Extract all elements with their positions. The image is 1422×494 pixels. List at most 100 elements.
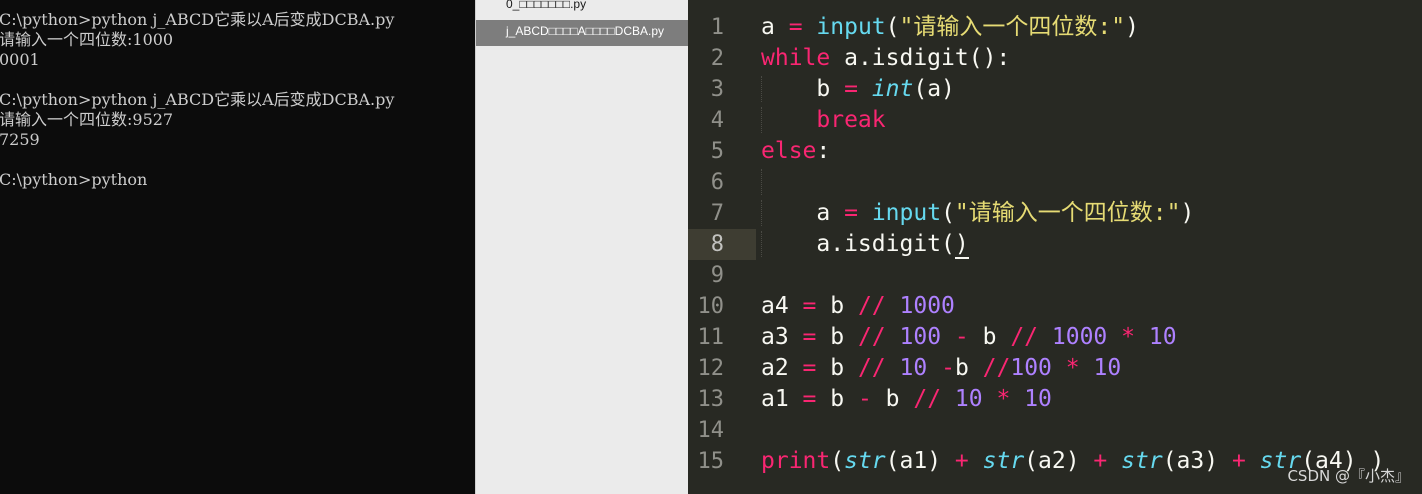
code-line[interactable]: a = input("请输入一个四位数:") [761, 198, 1422, 229]
code-line[interactable]: a1 = b - b // 10 * 10 [761, 384, 1422, 415]
code-token: = [802, 324, 817, 350]
code-token: : [816, 138, 831, 164]
line-number: 11 [697, 325, 725, 350]
code-token: ) [1180, 200, 1195, 226]
indent-guide [761, 76, 762, 102]
indent-guide [761, 200, 762, 226]
code-token: a [761, 14, 789, 40]
code-token: 100 [1010, 355, 1052, 381]
code-token: ( [830, 448, 845, 474]
line-number: 8 [710, 232, 724, 257]
indent-guide [761, 107, 762, 133]
code-token: 1000 [1051, 324, 1108, 350]
code-token: (a) [913, 76, 955, 102]
code-token: a2 [761, 355, 803, 381]
indent-guide [761, 169, 762, 195]
code-token: // [982, 355, 1011, 381]
code-token: a.isdigit( [761, 231, 955, 257]
line-number: 15 [697, 449, 725, 474]
indent-guide [761, 231, 762, 257]
code-token: b [968, 324, 1011, 350]
code-line[interactable]: break [761, 105, 1422, 136]
terminal-line: C:\python>python [0, 170, 148, 189]
code-token [761, 169, 816, 195]
code-token: + [1093, 448, 1108, 474]
code-token: b [761, 76, 845, 102]
terminal-line: 请输入一个四位数:1000 [0, 30, 174, 49]
code-token: = [788, 14, 803, 40]
code-token: // [857, 293, 886, 319]
code-line[interactable]: b = int(a) [761, 74, 1422, 105]
code-token: (a3) [1162, 448, 1232, 474]
code-line[interactable]: a3 = b // 100 - b // 1000 * 10 [761, 322, 1422, 353]
code-token: * [996, 386, 1011, 412]
code-token: 10 [1093, 355, 1122, 381]
code-token: int [871, 76, 914, 102]
line-number: 9 [710, 263, 724, 288]
terminal-line: 请输入一个四位数:9527 [0, 110, 174, 129]
line-number: 14 [697, 418, 725, 443]
terminal-line: 0001 [0, 50, 40, 69]
code-editor[interactable]: 1 2 3 4 5 6 7 8 9 10 11 12 13 14 15 a = input("请输入一个四位… [688, 0, 1422, 494]
code-line[interactable]: while a.isdigit(): [761, 43, 1422, 74]
code-token: ( [885, 14, 900, 40]
code-token: 1000 [899, 293, 955, 319]
code-token: 10 [954, 386, 983, 412]
code-token: // [913, 386, 942, 412]
file-item[interactable]: j_ABCD□□□□A□□□□DCBA.py [476, 20, 688, 46]
code-token: input [816, 14, 886, 40]
code-token: str [844, 448, 886, 474]
code-token: * [1065, 355, 1080, 381]
code-token: a4 [761, 293, 803, 319]
code-token: 100 [899, 324, 942, 350]
file-item[interactable]: 0_□□□□□□□.py [476, 0, 688, 19]
code-token: = [802, 386, 817, 412]
code-line[interactable]: a.isdigit() [761, 229, 1422, 260]
code-area[interactable]: a = input("请输入一个四位数:") while a.isdigit():… [761, 12, 1422, 477]
code-token: while [761, 45, 831, 71]
code-token: = [802, 355, 817, 381]
code-line[interactable]: a4 = b // 1000 [761, 291, 1422, 322]
code-line[interactable]: a2 = b // 10 -b //100 * 10 [761, 353, 1422, 384]
line-number: 7 [710, 201, 724, 226]
code-token: b [816, 324, 858, 350]
code-line[interactable]: else: [761, 136, 1422, 167]
code-token: = [802, 293, 817, 319]
line-number: 3 [710, 77, 724, 102]
code-token: else [761, 138, 817, 164]
code-token: + [1231, 448, 1246, 474]
code-token: b [816, 293, 858, 319]
terminal-line: C:\python>python j_ABCD它乘以A后变成DCBA.py [0, 10, 395, 29]
code-token: a. [830, 45, 872, 71]
code-line[interactable] [761, 415, 1422, 446]
code-token: str [982, 448, 1025, 474]
code-line[interactable] [761, 260, 1422, 291]
code-token: 10 [1024, 386, 1052, 412]
code-token: "请输入一个四位数:" [954, 200, 1181, 226]
line-number: 12 [697, 356, 725, 381]
code-token: print [761, 448, 831, 474]
code-token: b [816, 355, 858, 381]
code-token: = [844, 200, 858, 226]
code-token: a [761, 200, 845, 226]
code-line[interactable] [761, 167, 1422, 198]
code-token [761, 107, 816, 133]
code-token: "请输入一个四位数:" [899, 14, 1126, 40]
terminal-window[interactable]: C:\python>python j_ABCD它乘以A后变成DCBA.py 请输入… [0, 0, 475, 494]
code-token: b [954, 355, 983, 381]
file-sidebar: 0_□□□□□□□.py j_ABCD□□□□A□□□□DCBA.py [475, 0, 688, 494]
code-token: break [816, 107, 886, 133]
code-line[interactable]: a = input("请输入一个四位数:") [761, 12, 1422, 43]
line-number: 2 [710, 46, 724, 71]
